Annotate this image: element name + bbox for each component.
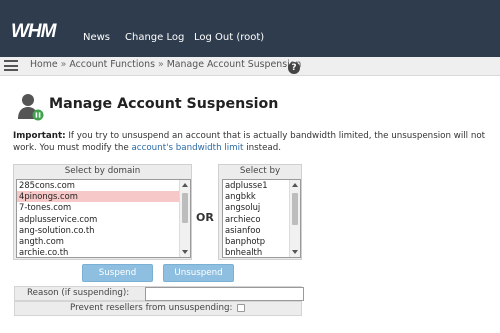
prevent-resellers-row: Prevent resellers from unsuspending: [14, 301, 302, 316]
top-navigation-bar: WHM News Change Log Log Out (root) [0, 0, 500, 57]
username-listbox[interactable]: adplusse1 angbkk angsoluj archieco asianfoo b… [222, 179, 301, 258]
scroll-up-icon[interactable] [292, 183, 298, 187]
breadcrumb-separator: » [60, 59, 67, 70]
username-select-header: Select by username [238, 166, 281, 189]
scroll-down-icon[interactable] [182, 250, 188, 254]
scroll-up-icon[interactable] [182, 183, 188, 187]
nav-news-link[interactable]: News [83, 32, 110, 43]
reason-input[interactable] [145, 287, 304, 301]
whm-logo[interactable]: WHM [11, 21, 77, 41]
note-label: Important: [13, 131, 66, 141]
domain-option[interactable]: 7-tones.com [17, 202, 190, 213]
nav-logout-link[interactable]: Log Out (root) [194, 32, 264, 43]
scroll-thumb[interactable] [182, 193, 188, 223]
note-text-end: instead. [246, 143, 282, 153]
domain-option[interactable]: 4pinongs.com [17, 191, 190, 203]
domain-option[interactable]: archie.co.th [17, 247, 190, 257]
scroll-down-icon[interactable] [292, 250, 298, 254]
reason-label: Reason (if suspending): [27, 288, 130, 298]
domain-select-panel: Select by domain 285cons.com 4pinongs.com… [13, 164, 192, 260]
breadcrumb-bar: Home » Account Functions » Manage Accoun… [0, 57, 500, 76]
help-icon[interactable]: ? [288, 62, 300, 74]
domain-select-header: Select by domain [64, 166, 141, 176]
domain-listbox[interactable]: 285cons.com 4pinongs.com 7-tones.com adplus… [16, 179, 191, 258]
scroll-thumb[interactable] [292, 193, 298, 225]
username-select-panel: Select by username adplusse1angbkkangsol… [218, 164, 302, 260]
unsuspend-button[interactable]: Unsuspend [163, 264, 234, 282]
user-suspend-icon [18, 94, 44, 121]
domain-option[interactable]: angth.com [17, 236, 190, 247]
domain-option[interactable]: ang-solution.co.th [17, 225, 190, 236]
svg-text:WHM: WHM [11, 21, 58, 41]
breadcrumb-separator: » [157, 59, 164, 70]
or-label: OR [196, 211, 214, 224]
suspend-button[interactable]: Suspend [82, 264, 153, 282]
domain-scrollbar[interactable] [179, 180, 190, 257]
breadcrumb: Home » Account Functions » Manage Accoun… [30, 59, 301, 70]
breadcrumb-current: Manage Account Suspension [166, 59, 302, 70]
prevent-resellers-label: Prevent resellers from unsuspending: [70, 303, 233, 313]
page-title: Manage Account Suspension [49, 96, 279, 112]
reason-row: Reason (if suspending): [14, 286, 304, 301]
breadcrumb-home-link[interactable]: Home [30, 59, 58, 70]
breadcrumb-account-functions-link[interactable]: Account Functions [69, 59, 155, 70]
hamburger-icon[interactable] [4, 60, 18, 71]
username-scrollbar[interactable] [289, 180, 300, 257]
domain-option[interactable]: 285cons.com [17, 180, 190, 191]
bandwidth-limit-link[interactable]: account's bandwidth limit [131, 143, 243, 153]
prevent-resellers-checkbox[interactable] [237, 304, 245, 312]
nav-changelog-link[interactable]: Change Log [125, 32, 184, 43]
domain-option[interactable]: adplusservice.com [17, 214, 190, 225]
important-note: Important: If you try to unsuspend an ac… [13, 130, 497, 154]
